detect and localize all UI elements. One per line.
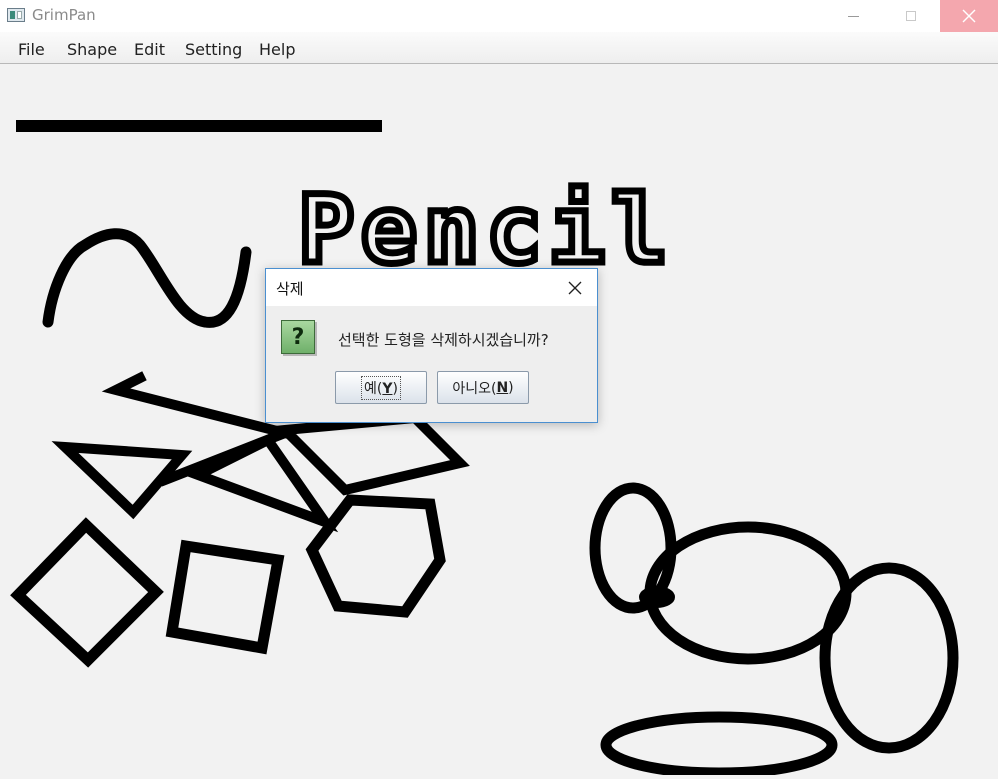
yes-suffix: ) xyxy=(392,380,398,397)
no-label: 아니오( xyxy=(452,380,497,397)
shape-curve xyxy=(42,228,252,328)
shape-polyline xyxy=(101,371,292,440)
menu-setting[interactable]: Setting xyxy=(185,40,242,59)
maximize-button[interactable] xyxy=(882,0,940,32)
dialog-message: 선택한 도형을 삭제하시겠습니까? xyxy=(338,331,549,349)
shape-dot xyxy=(639,586,675,608)
no-mnemonic: N xyxy=(496,379,509,396)
shape-triangle-left xyxy=(51,441,193,520)
app-icon xyxy=(7,8,25,22)
menu-edit[interactable]: Edit xyxy=(134,40,165,59)
delete-dialog: 삭제 ? 선택한 도형을 삭제하시겠습니까? 예(Y) 아니오(N) xyxy=(265,268,598,423)
shape-quad-right xyxy=(273,412,470,496)
minimize-icon xyxy=(847,15,859,17)
yes-button[interactable]: 예(Y) xyxy=(335,371,427,404)
menu-file[interactable]: File xyxy=(18,40,45,59)
menu-shape[interactable]: Shape xyxy=(67,40,117,59)
menu-help[interactable]: Help xyxy=(259,40,295,59)
minimize-button[interactable] xyxy=(824,0,882,32)
maximize-icon xyxy=(906,11,916,21)
shape-ellipse-bottom xyxy=(600,711,838,779)
menu-bar: File Shape Edit Setting Help xyxy=(0,32,998,64)
no-button[interactable]: 아니오(N) xyxy=(437,371,529,404)
shape-hexagon xyxy=(305,494,446,618)
yes-button-focus: 예(Y) xyxy=(361,375,401,400)
no-suffix: ) xyxy=(508,379,514,396)
shape-diamond xyxy=(10,517,164,668)
close-icon xyxy=(962,9,976,23)
window-title: GrimPan xyxy=(32,6,96,24)
dialog-title-bar: 삭제 xyxy=(266,269,597,306)
shape-square xyxy=(165,539,285,655)
title-bar: GrimPan xyxy=(0,0,998,32)
dialog-close-button[interactable] xyxy=(564,277,586,299)
dialog-title: 삭제 xyxy=(276,280,304,298)
close-button[interactable] xyxy=(940,0,998,32)
close-icon xyxy=(568,281,582,295)
question-icon: ? xyxy=(281,320,315,354)
yes-mnemonic: Y xyxy=(382,380,393,397)
shape-ellipse-middle xyxy=(644,521,852,665)
yes-label: 예( xyxy=(364,380,383,397)
shape-ellipse-right xyxy=(819,562,959,754)
